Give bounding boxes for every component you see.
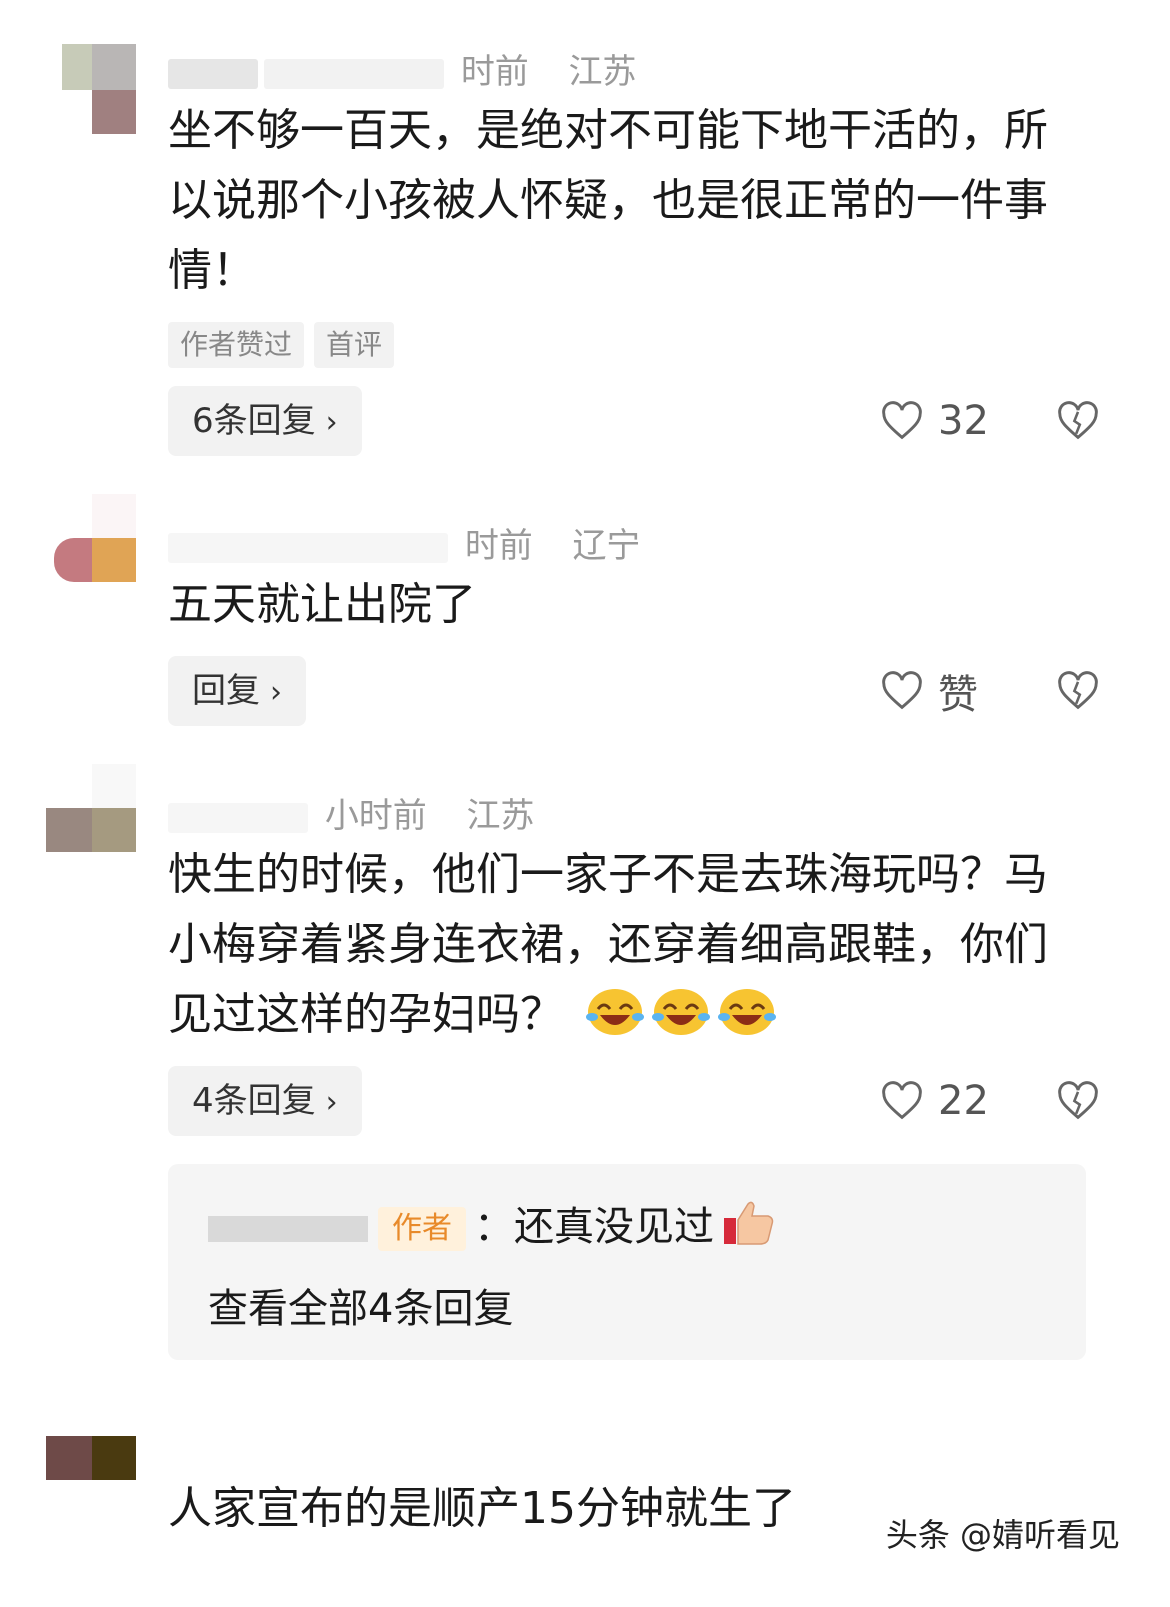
like-button[interactable]: 赞 [880, 666, 978, 718]
sub-reply-box[interactable]: 作者 ：还真没见过 查看全部4条回复 [168, 1164, 1086, 1360]
broken-heart-icon [1058, 401, 1098, 440]
dislike-button[interactable] [1056, 666, 1100, 716]
tag-author-liked: 作者赞过 [168, 322, 305, 368]
chevron-right-icon: › [270, 675, 282, 710]
avatar[interactable] [46, 494, 138, 586]
comment-meta: 小时前 江苏 [168, 788, 534, 836]
laughing-emoji [652, 987, 710, 1037]
dislike-button[interactable] [1056, 1076, 1100, 1126]
chevron-right-icon: › [325, 1085, 338, 1120]
like-count: 22 [938, 1078, 989, 1124]
sub-reply-author [208, 1216, 368, 1242]
comment-meta: 时前 辽宁 [168, 518, 640, 566]
comment-location: 江苏 [466, 796, 535, 836]
comment-text: 坐不够一百天，是绝对不可能下地干活的，所以说那个小孩被人怀疑，也是很正常的一件事… [168, 105, 1048, 296]
comment-tags: 作者赞过 首评 [168, 322, 395, 368]
comment-location: 辽宁 [572, 526, 641, 566]
comment-time: 时前 [460, 52, 529, 92]
comment-time: 时前 [464, 526, 533, 566]
like-button[interactable]: 22 [880, 1076, 989, 1126]
broken-heart-icon [1058, 671, 1098, 710]
thumbs-up-emoji [722, 1198, 780, 1248]
reply-button[interactable]: 回复 › [168, 656, 306, 726]
laughing-emoji [718, 987, 776, 1037]
comment-location: 江苏 [568, 52, 637, 92]
sub-reply-line: 作者 ：还真没见过 [208, 1194, 780, 1252]
broken-heart-icon [1058, 1081, 1098, 1120]
heart-outline-icon [882, 401, 922, 440]
watermark: 头条 @婧听看见 [885, 1516, 1120, 1554]
comment-time: 小时前 [324, 796, 427, 836]
laughing-emoji [586, 987, 644, 1037]
reply-label: 回复 [192, 671, 260, 711]
sub-reply-text: ：还真没见过 [474, 1204, 714, 1250]
reply-label: 4条回复 [192, 1081, 316, 1121]
reply-button[interactable]: 4条回复 › [168, 1066, 362, 1136]
reply-label: 6条回复 [192, 401, 316, 441]
view-all-replies-link[interactable]: 查看全部4条回复 [208, 1276, 513, 1334]
author-tag: 作者 [378, 1207, 466, 1251]
comment-meta: 时前 江苏 [168, 44, 636, 92]
reply-button[interactable]: 6条回复 › [168, 386, 362, 456]
avatar[interactable] [46, 44, 138, 136]
like-button[interactable]: 32 [880, 396, 989, 446]
dislike-button[interactable] [1056, 396, 1100, 446]
comment-text: 五天就让出院了 [168, 579, 476, 630]
heart-outline-icon [882, 671, 922, 710]
like-count: 赞 [938, 672, 978, 718]
chevron-right-icon: › [325, 405, 338, 440]
comment-text: 快生的时候，他们一家子不是去珠海玩吗？马小梅穿着紧身连衣裙，还穿着细高跟鞋，你们… [168, 840, 1088, 1050]
avatar[interactable] [46, 764, 138, 856]
tag-first-comment: 首评 [314, 322, 395, 368]
avatar[interactable] [46, 1436, 138, 1528]
heart-outline-icon [882, 1081, 922, 1120]
like-count: 32 [938, 398, 989, 444]
